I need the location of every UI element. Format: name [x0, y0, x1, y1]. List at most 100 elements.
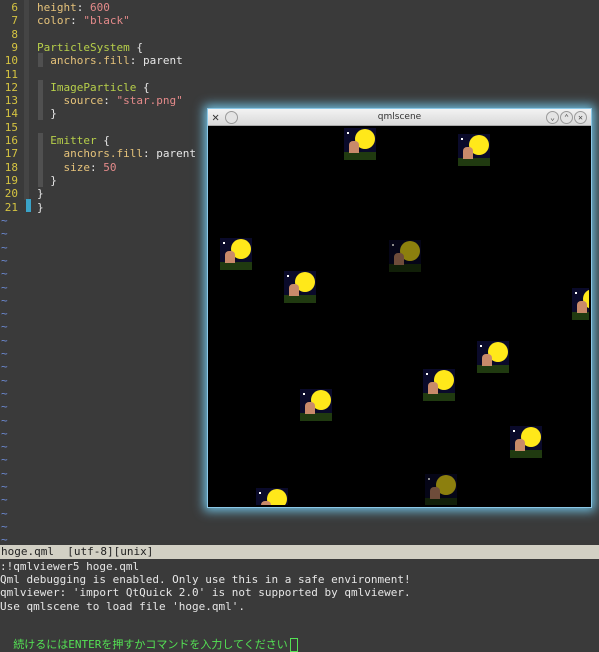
tilde-marker: ~: [1, 480, 8, 493]
code-token: ImageParticle: [50, 80, 137, 94]
code-token: anchors.fill: [50, 54, 130, 68]
tilde-marker: ~: [1, 400, 8, 414]
star-particle: [284, 271, 316, 303]
tilde-marker: ~: [1, 347, 8, 360]
tilde-marker: ~: [1, 426, 8, 440]
code-token: Emitter: [50, 134, 97, 147]
star-particle: [389, 240, 421, 272]
star-particle: [510, 426, 542, 458]
prompt-cursor: [289, 638, 298, 652]
code-line[interactable]: 8: [0, 28, 37, 41]
line-number: 17: [4, 147, 18, 161]
code-token: :: [70, 14, 84, 28]
code-line[interactable]: 11: [0, 68, 37, 81]
star-particle: [477, 341, 509, 373]
line-number: 15: [4, 120, 18, 134]
line-number: 6: [11, 1, 18, 14]
tilde-marker: ~: [1, 227, 8, 241]
enter-prompt[interactable]: 続けるにはENTERを押すかコマンドを入力してください: [0, 624, 298, 652]
code-token: size: [63, 160, 91, 174]
code-token: {: [136, 80, 150, 94]
code-token: 50: [103, 160, 117, 174]
tilde-marker: ~: [1, 280, 8, 294]
code-line[interactable]: 6 height: 600: [0, 1, 110, 14]
code-line[interactable]: 9 ParticleSystem {: [0, 41, 143, 54]
line-number: 11: [4, 67, 18, 81]
code-token: :: [103, 94, 117, 108]
code-token: :: [76, 1, 90, 14]
line-number: 21: [4, 200, 18, 214]
code-token: ParticleSystem: [37, 40, 130, 54]
text-cursor: [26, 199, 31, 212]
code-line[interactable]: 7 color: "black": [0, 14, 130, 28]
minimize-button[interactable]: ⌄: [546, 111, 559, 124]
star-particle: [220, 238, 252, 270]
code-token: {: [96, 134, 110, 147]
line-number: 20: [4, 187, 18, 201]
tilde-marker: ~: [1, 267, 8, 281]
code-token: "star.png": [116, 94, 183, 108]
code-token: : parent: [142, 147, 196, 161]
code-line[interactable]: 16 Emitter {: [0, 134, 110, 147]
line-number: 13: [4, 94, 18, 108]
output-line: Use qmlscene to load file 'hoge.qml'.: [0, 599, 246, 613]
line-number: 12: [4, 80, 18, 94]
star-particle: [572, 288, 589, 320]
tilde-marker: ~: [1, 519, 8, 533]
tilde-marker: ~: [1, 253, 8, 267]
line-number: 7: [11, 14, 18, 28]
code-line[interactable]: 21}: [0, 201, 44, 214]
star-particle: [300, 389, 332, 421]
code-line[interactable]: 18 size: 50: [0, 161, 117, 174]
tilde-marker: ~: [1, 386, 8, 400]
window-titlebar[interactable]: ✕ qmlscene ⌄ ⌃ ✕: [208, 109, 591, 126]
tilde-marker: ~: [1, 413, 8, 427]
code-line[interactable]: 20}: [0, 187, 44, 200]
line-number: 16: [4, 134, 18, 147]
code-line[interactable]: 15: [0, 121, 37, 134]
status-line: hoge.qml [utf-8][unix]: [0, 545, 599, 559]
tilde-marker: ~: [1, 333, 8, 347]
qmlscene-window[interactable]: ✕ qmlscene ⌄ ⌃ ✕: [207, 108, 592, 508]
tilde-marker: ~: [1, 493, 8, 507]
line-number: 10: [4, 54, 18, 68]
line-number: 14: [4, 107, 18, 121]
indent-guide: [24, 0, 29, 200]
output-line: :!qmlviewer5 hoge.qml: [0, 560, 140, 573]
line-number: 9: [11, 40, 18, 54]
code-token: }: [37, 187, 44, 201]
line-number: 19: [4, 173, 18, 187]
code-token: : parent: [129, 54, 183, 68]
tilde-marker: ~: [1, 453, 8, 467]
particle-canvas[interactable]: [210, 126, 589, 505]
indent-guide: [38, 53, 43, 67]
tilde-marker: ~: [1, 373, 8, 387]
code-token: "black": [83, 14, 130, 28]
code-token: height: [37, 1, 77, 14]
code-line[interactable]: 17 anchors.fill: parent: [0, 147, 196, 160]
tilde-marker: ~: [1, 214, 8, 227]
code-token: color: [37, 14, 71, 28]
star-particle: [425, 474, 457, 505]
maximize-button[interactable]: ⌃: [560, 111, 573, 124]
tilde-marker: ~: [1, 307, 8, 321]
code-line[interactable]: 12 ImageParticle {: [0, 81, 150, 94]
indent-guide: [38, 80, 43, 120]
tilde-marker: ~: [1, 506, 8, 520]
tilde-marker: ~: [1, 293, 8, 307]
line-number: 18: [4, 160, 18, 174]
tilde-marker: ~: [1, 440, 8, 454]
tilde-marker: ~: [1, 240, 8, 254]
code-token: {: [129, 40, 143, 54]
code-token: source: [63, 94, 104, 108]
close-button[interactable]: ✕: [574, 111, 587, 124]
code-token: 600: [90, 1, 110, 14]
star-particle: [256, 488, 288, 505]
star-particle: [423, 369, 455, 401]
code-token: :: [90, 160, 104, 174]
code-token: }: [37, 200, 44, 214]
star-particle: [458, 134, 490, 166]
window-title: qmlscene: [377, 112, 422, 122]
output-line: qmlviewer: 'import QtQuick 2.0' is not s…: [0, 586, 411, 600]
tilde-marker: ~: [1, 320, 8, 334]
